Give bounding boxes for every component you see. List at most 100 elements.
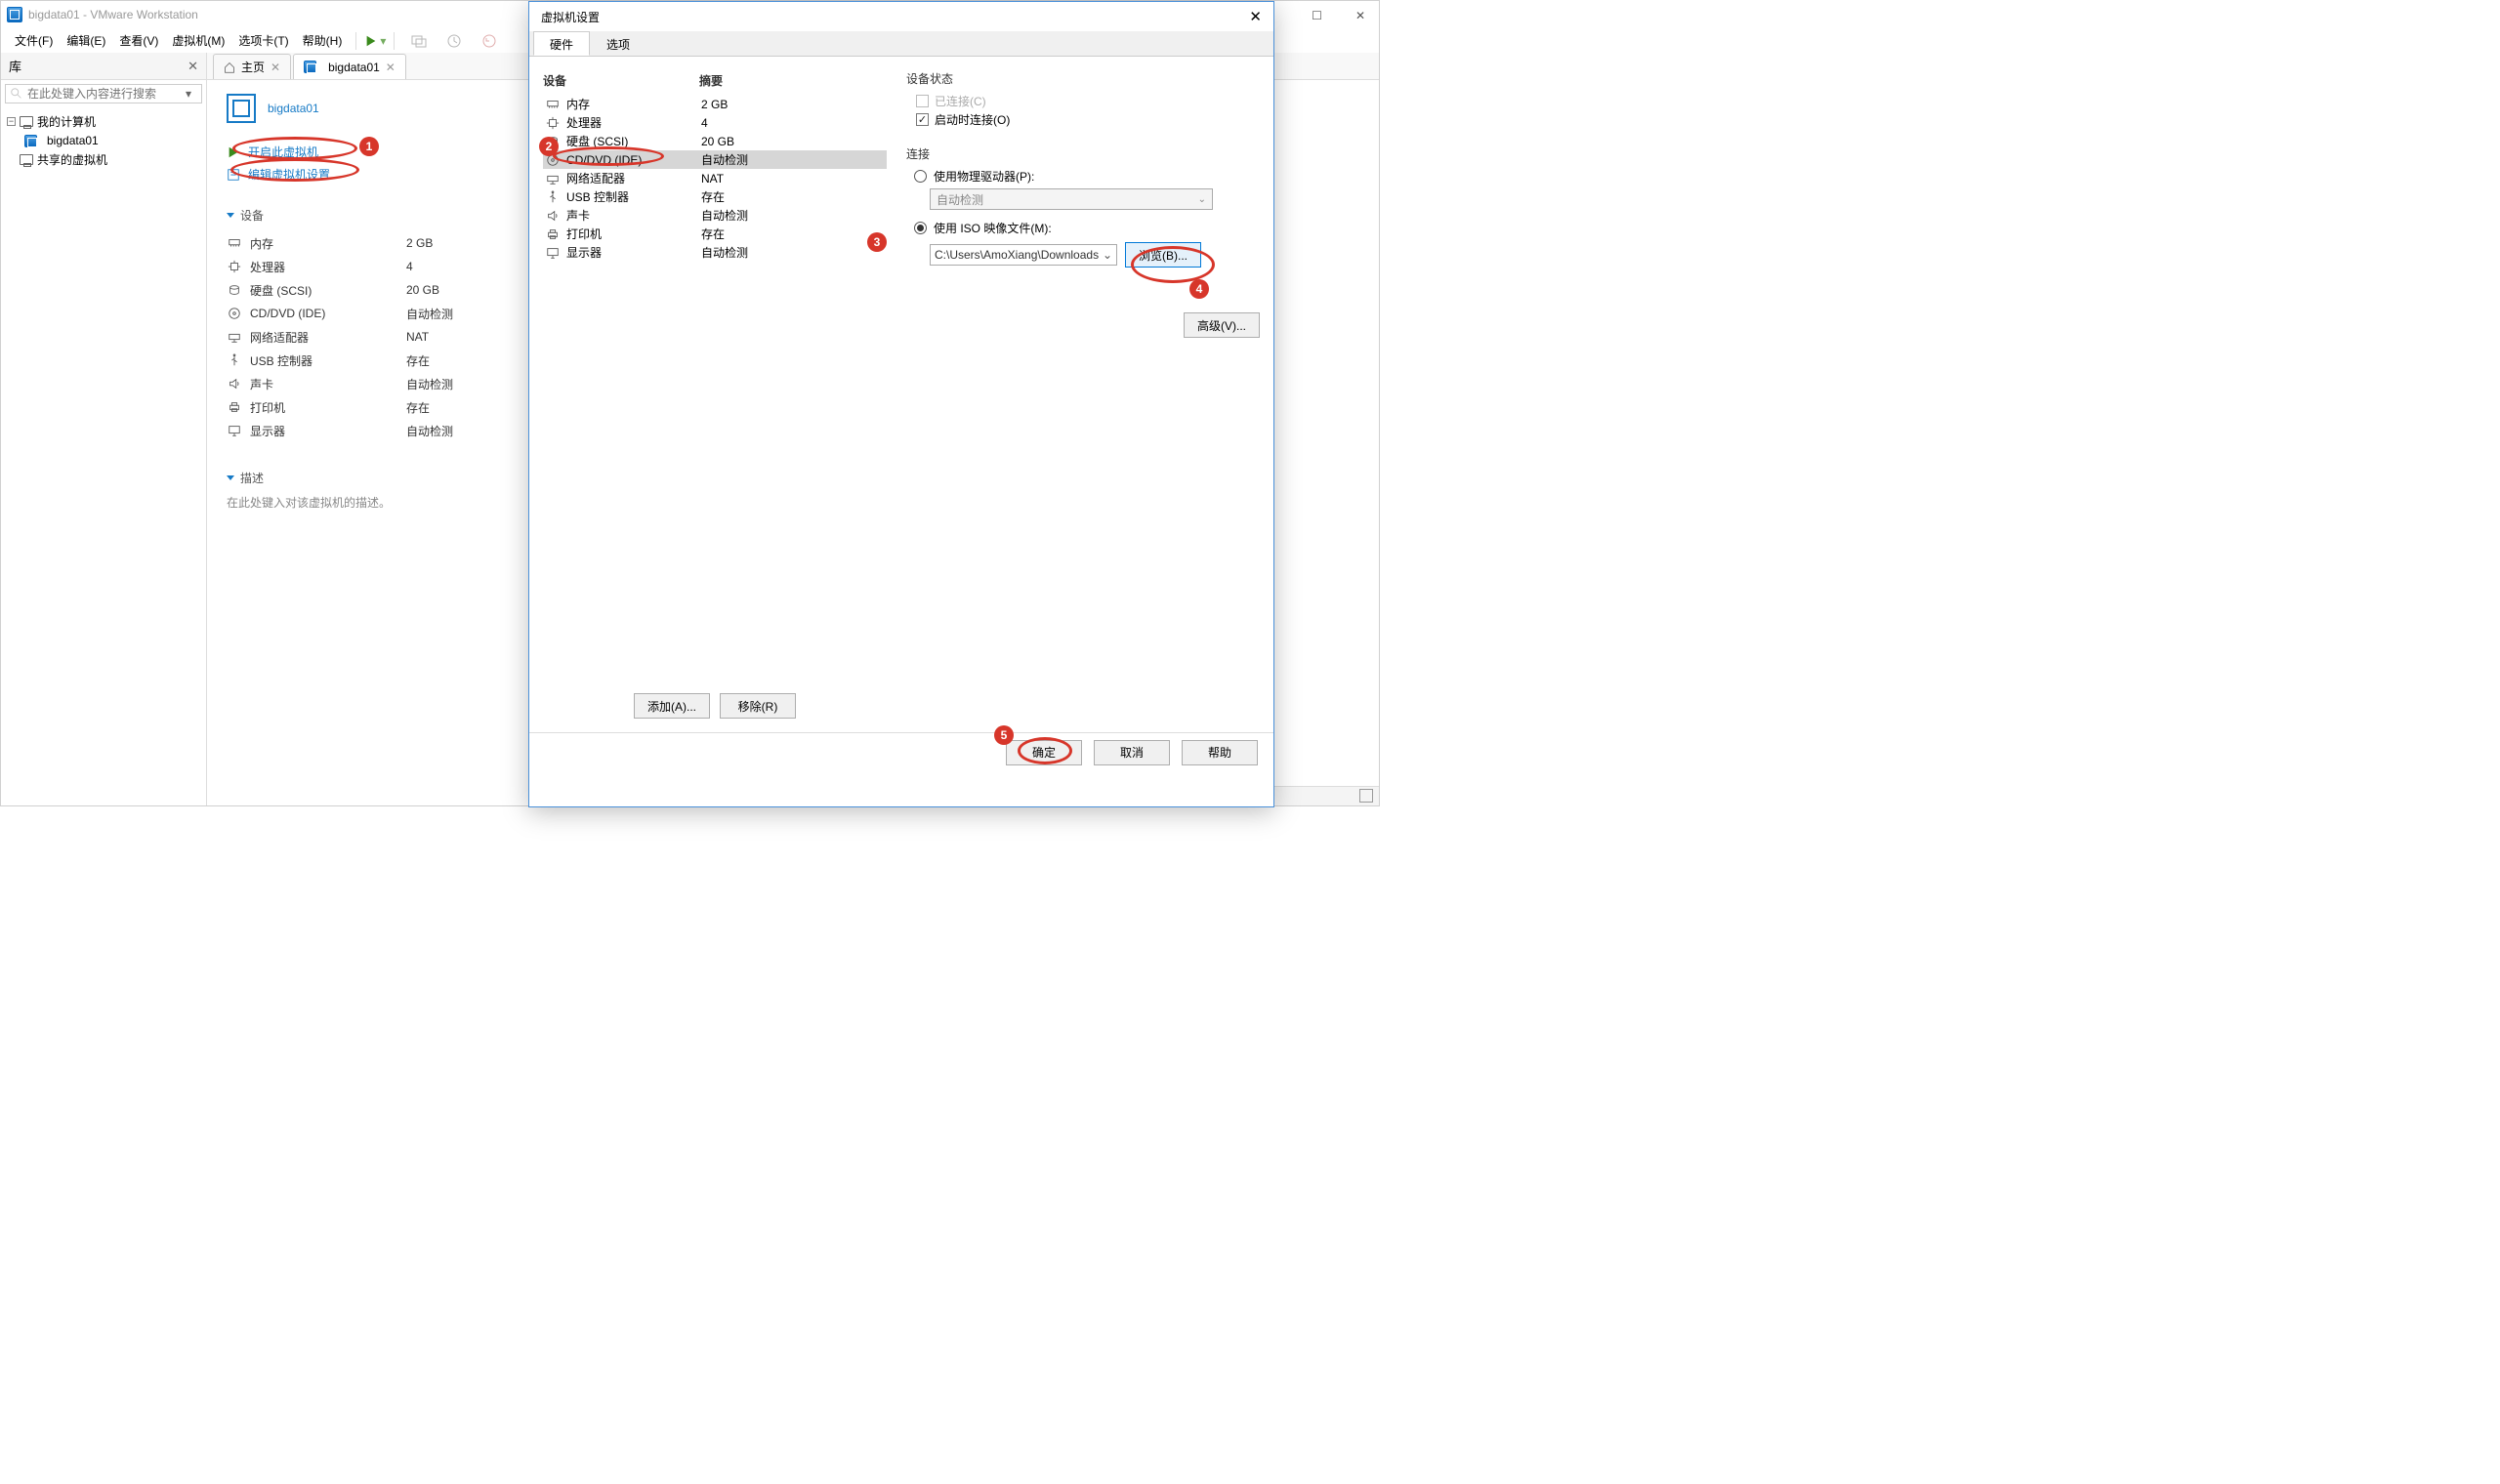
device-name: 显示器: [250, 423, 406, 439]
annotation-badge-1: 1: [359, 137, 379, 156]
net-icon: [227, 330, 242, 344]
hardware-row[interactable]: 网络适配器NAT: [543, 169, 887, 187]
device-name: 打印机: [250, 399, 406, 416]
search-icon: [10, 87, 23, 101]
iso-path-input[interactable]: C:\Users\AmoXiang\Downloads⌄: [930, 244, 1117, 266]
connect-on-start-checkbox[interactable]: ✓启动时连接(O): [916, 111, 1260, 128]
search-input[interactable]: [27, 87, 186, 101]
hardware-row[interactable]: 显示器自动检测: [543, 243, 887, 262]
device-value: 存在: [406, 352, 430, 369]
hardware-summary: NAT: [701, 172, 724, 186]
vmware-logo-icon: [7, 7, 22, 22]
annotation-ring-edit: [230, 158, 359, 182]
menu-file[interactable]: 文件(F): [9, 29, 59, 52]
use-physical-drive-radio[interactable]: 使用物理驱动器(P):: [914, 168, 1260, 185]
use-iso-radio[interactable]: 使用 ISO 映像文件(M):: [914, 220, 1260, 236]
tab-vm-icon: [304, 61, 316, 73]
tree-my-computer[interactable]: −我的计算机: [7, 111, 200, 132]
help-button[interactable]: 帮助: [1182, 740, 1258, 765]
maximize-icon[interactable]: ☐: [1312, 9, 1322, 22]
hardware-name: 显示器: [566, 244, 701, 261]
search-dropdown-icon[interactable]: ▾: [186, 87, 197, 101]
hardware-row[interactable]: 打印机存在: [543, 225, 887, 243]
vm-title: bigdata01: [268, 102, 319, 115]
tree-item-bigdata01[interactable]: bigdata01: [7, 132, 200, 149]
cd-icon: [227, 307, 242, 320]
sound-icon: [227, 377, 242, 391]
status-box-icon: [1359, 789, 1373, 803]
hardware-summary: 自动检测: [701, 207, 748, 224]
hardware-summary: 4: [701, 116, 708, 130]
hardware-summary: 自动检测: [701, 244, 748, 261]
annotation-badge-5: 5: [994, 725, 1014, 745]
disclosure-icon[interactable]: [227, 475, 234, 480]
device-value: 4: [406, 260, 413, 273]
snapshot-icon[interactable]: [410, 32, 428, 50]
dialog-close-icon[interactable]: ✕: [1249, 8, 1262, 25]
dialog-title: 虚拟机设置: [541, 9, 600, 25]
library-search[interactable]: ▾: [5, 84, 202, 103]
tab-bigdata01[interactable]: bigdata01✕: [293, 54, 406, 79]
revert-icon[interactable]: [480, 32, 498, 50]
tab-vm-close-icon[interactable]: ✕: [386, 61, 396, 74]
advanced-button[interactable]: 高级(V)...: [1184, 312, 1260, 338]
physical-drive-combo: 自动检测⌄: [930, 188, 1213, 210]
library-tree: −我的计算机 bigdata01 共享的虚拟机: [1, 107, 206, 174]
col-summary: 摘要: [699, 72, 723, 89]
devices-header: 设备: [240, 207, 264, 224]
cpu-icon: [227, 260, 242, 273]
power-on-button[interactable]: ▾: [364, 34, 386, 48]
menu-tabs[interactable]: 选项卡(T): [232, 29, 294, 52]
hardware-name: 声卡: [566, 207, 701, 224]
tab-home-close-icon[interactable]: ✕: [271, 61, 280, 74]
menu-edit[interactable]: 编辑(E): [61, 29, 111, 52]
hardware-row[interactable]: 内存2 GB: [543, 95, 887, 113]
library-pane: 库 ✕ ▾ −我的计算机 bigdata01 共享的虚拟机: [1, 53, 207, 805]
tab-home[interactable]: 主页✕: [213, 54, 291, 79]
library-close-icon[interactable]: ✕: [188, 59, 198, 74]
close-icon[interactable]: ✕: [1355, 9, 1365, 22]
dialog-tab-hardware[interactable]: 硬件: [533, 31, 590, 56]
vm-logo-icon: [227, 94, 256, 123]
add-hardware-button[interactable]: 添加(A)...: [634, 693, 710, 719]
device-name: 声卡: [250, 376, 406, 392]
hardware-row[interactable]: USB 控制器存在: [543, 187, 887, 206]
menu-help[interactable]: 帮助(H): [297, 29, 349, 52]
printer-icon: [227, 400, 242, 414]
tree-shared-vms[interactable]: 共享的虚拟机: [7, 149, 200, 170]
usb-icon: [227, 353, 242, 367]
remove-hardware-button[interactable]: 移除(R): [720, 693, 796, 719]
hardware-row[interactable]: 处理器4: [543, 113, 887, 132]
annotation-badge-3: 3: [867, 232, 887, 252]
menu-view[interactable]: 查看(V): [113, 29, 164, 52]
annotation-ring-start: [232, 137, 357, 160]
menu-vm[interactable]: 虚拟机(M): [166, 29, 230, 52]
printer-icon: [545, 227, 561, 241]
hdd-icon: [227, 283, 242, 297]
usb-icon: [545, 190, 561, 204]
window-title: bigdata01 - VMware Workstation: [28, 8, 198, 21]
device-name: 网络适配器: [250, 329, 406, 346]
device-name: 处理器: [250, 259, 406, 275]
dialog-tab-options[interactable]: 选项: [590, 31, 646, 56]
cancel-button[interactable]: 取消: [1094, 740, 1170, 765]
annotation-ring-ok: [1018, 737, 1072, 764]
col-device: 设备: [543, 72, 699, 89]
hardware-name: 内存: [566, 96, 701, 112]
annotation-ring-cddvd: [553, 146, 664, 166]
device-name: 硬盘 (SCSI): [250, 282, 406, 299]
device-value: NAT: [406, 330, 429, 344]
disclosure-icon[interactable]: [227, 213, 234, 218]
clock-icon[interactable]: [445, 32, 463, 50]
cpu-icon: [545, 116, 561, 130]
hardware-summary: 存在: [701, 226, 725, 242]
annotation-badge-4: 4: [1189, 279, 1209, 299]
home-icon: [224, 62, 235, 73]
device-state-label: 设备状态: [906, 70, 1260, 87]
device-value: 存在: [406, 399, 430, 416]
background-window-controls: ☐ ✕: [1312, 9, 1365, 22]
hardware-row[interactable]: 声卡自动检测: [543, 206, 887, 225]
device-value: 自动检测: [406, 376, 453, 392]
hardware-summary: 自动检测: [701, 151, 748, 168]
library-title: 库: [9, 57, 21, 75]
